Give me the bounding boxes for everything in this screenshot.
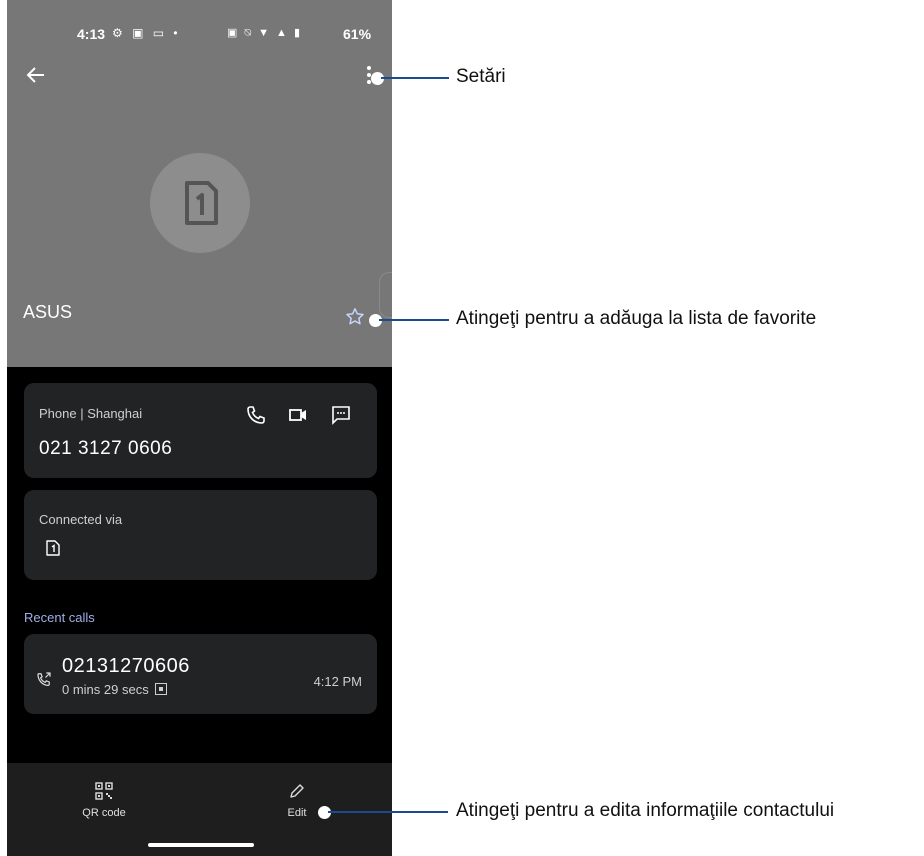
bottom-action-bar: QR code Edit bbox=[7, 763, 392, 856]
call-icon[interactable] bbox=[244, 403, 268, 427]
connected-via-label: Connected via bbox=[39, 512, 123, 527]
connected-via-card: Connected via bbox=[24, 490, 377, 580]
contact-name: ASUS bbox=[23, 302, 73, 322]
edit-callout-text: Atingeţi pentru a edita informaţiile con… bbox=[456, 800, 835, 821]
favorites-callout-line bbox=[379, 319, 449, 321]
qr-code-button[interactable]: QR code bbox=[64, 781, 144, 819]
contact-avatar bbox=[150, 153, 250, 253]
phone-screen: 4:13 ⚙ ▣ ▭ • ▣ ⍉ ▼ ▲ ▮ 61% ASUS Phone | … bbox=[7, 0, 392, 856]
pencil-icon bbox=[290, 784, 304, 798]
side-panel-handle[interactable] bbox=[379, 272, 392, 318]
qr-code-icon bbox=[95, 782, 113, 800]
phone-card[interactable]: Phone | Shanghai 021 3127 0606 bbox=[24, 383, 377, 478]
home-indicator[interactable] bbox=[148, 843, 254, 847]
call-time: 4:12 PM bbox=[313, 674, 362, 689]
settings-callout-dot bbox=[372, 73, 383, 84]
status-time: 4:13 bbox=[77, 26, 106, 42]
sim-card-1-icon bbox=[185, 181, 218, 225]
call-duration: 0 mins 29 secs bbox=[62, 682, 167, 697]
message-icon[interactable] bbox=[329, 403, 353, 427]
status-left-icons: ⚙ ▣ ▭ • bbox=[112, 26, 181, 40]
edit-callout-dot bbox=[319, 807, 330, 818]
recent-calls-title: Recent calls bbox=[24, 610, 95, 625]
edit-label: Edit bbox=[287, 807, 307, 819]
battery-level: 61% bbox=[343, 26, 372, 42]
settings-callout-text: Setări bbox=[456, 66, 506, 87]
status-right-icons: ▣ ⍉ ▼ ▲ ▮ bbox=[227, 27, 303, 39]
favorites-callout-dot bbox=[370, 315, 381, 326]
favorite-star-icon[interactable] bbox=[344, 306, 366, 328]
status-bar: 4:13 ⚙ ▣ ▭ • ▣ ⍉ ▼ ▲ ▮ 61% bbox=[7, 0, 392, 62]
sim-card-1-icon bbox=[46, 540, 60, 556]
edit-callout-line bbox=[328, 811, 448, 813]
video-call-icon[interactable] bbox=[286, 403, 310, 427]
phone-label: Phone | Shanghai bbox=[39, 406, 143, 421]
back-arrow-icon[interactable] bbox=[25, 64, 51, 90]
contact-header: 4:13 ⚙ ▣ ▭ • ▣ ⍉ ▼ ▲ ▮ 61% ASUS bbox=[7, 0, 392, 367]
settings-callout-line bbox=[381, 77, 449, 79]
favorites-callout-text: Atingeţi pentru a adăuga la lista de fav… bbox=[456, 308, 817, 329]
recording-icon bbox=[154, 683, 167, 695]
call-number: 02131270606 bbox=[62, 655, 190, 677]
phone-number: 021 3127 0606 bbox=[39, 438, 173, 459]
outgoing-call-icon bbox=[35, 670, 53, 688]
recent-call-item[interactable]: 02131270606 0 mins 29 secs 4:12 PM bbox=[24, 634, 377, 714]
qr-code-label: QR code bbox=[82, 807, 126, 819]
